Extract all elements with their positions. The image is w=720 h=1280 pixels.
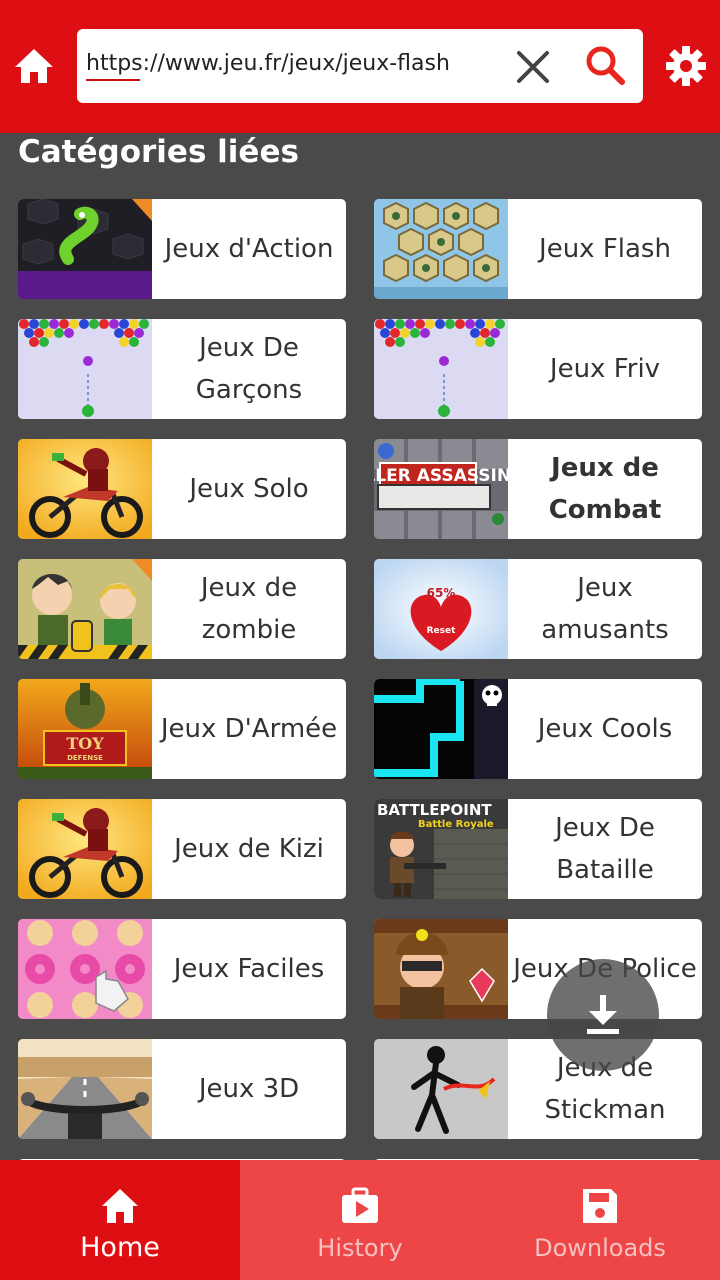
thumb-text-2: Reset (427, 626, 456, 636)
thumb-text-2: DEFENSE (67, 754, 103, 762)
nav-label: Home (80, 1232, 160, 1263)
hex-puzzle-thumbnail (374, 199, 508, 299)
category-card-combat[interactable]: KILLER ASSASSIN Jeux de Combat (374, 439, 702, 539)
nav-history[interactable]: History (240, 1160, 480, 1280)
nav-label: Downloads (534, 1234, 666, 1262)
nav-label: History (317, 1234, 403, 1262)
bottom-navigation: Home History Downloads (0, 1160, 720, 1280)
download-icon (587, 995, 619, 1034)
category-label: Jeux D'Armée (160, 714, 338, 744)
slither-io-thumbnail (18, 199, 152, 299)
neon-maze-thumbnail (374, 679, 508, 779)
toy-defense-thumbnail: TOY DEFENSE (18, 679, 152, 779)
motocross-thumbnail (18, 439, 152, 539)
thumb-text: BATTLEPOINT (377, 801, 492, 819)
robber-thumbnail (374, 919, 508, 1019)
category-card-solo[interactable]: Jeux Solo (18, 439, 346, 539)
bubble-shooter-thumbnail (374, 319, 508, 419)
home-icon (102, 1189, 138, 1223)
category-label: Jeux de Combat (548, 453, 662, 525)
stickman-thumbnail (374, 1039, 508, 1139)
category-label: Jeux De Bataille (555, 813, 655, 885)
category-label: Jeux de Kizi (174, 834, 324, 864)
category-label: Jeux de zombie (200, 573, 298, 645)
bubble-shooter-thumbnail (18, 319, 152, 419)
category-card-3d[interactable]: Jeux 3D (18, 1039, 346, 1139)
category-label: Jeux Friv (549, 354, 661, 384)
category-card-kizi[interactable]: Jeux de Kizi (18, 799, 346, 899)
category-card-friv[interactable]: Jeux Friv (374, 319, 702, 419)
save-icon (583, 1189, 617, 1223)
thumb-text: 65% (427, 586, 456, 600)
category-card-action[interactable]: Jeux d'Action (18, 199, 346, 299)
motocross-thumbnail (18, 799, 152, 899)
category-label: Jeux Cools (537, 714, 673, 744)
category-card-cools[interactable]: Jeux Cools (374, 679, 702, 779)
thumb-text-2: Battle Royale (418, 819, 494, 830)
briefcase-play-icon (342, 1187, 378, 1223)
zombie-game-thumbnail (18, 559, 152, 659)
thumb-text: KILLER ASSASSIN (374, 466, 508, 486)
category-label: Jeux Flash (539, 234, 671, 264)
category-card-bataille[interactable]: BATTLEPOINT Battle Royale Jeux De Batail… (374, 799, 702, 899)
category-label: Jeux Faciles (173, 954, 325, 984)
nav-downloads[interactable]: Downloads (480, 1160, 720, 1280)
category-card-garcons[interactable]: Jeux De Garçons (18, 319, 346, 419)
category-card-zombie[interactable]: Jeux de zombie (18, 559, 346, 659)
category-card-faciles[interactable]: Jeux Faciles (18, 919, 346, 1019)
nav-home[interactable]: Home (0, 1160, 240, 1280)
category-card-flash[interactable]: Jeux Flash (374, 199, 702, 299)
category-card-amusants[interactable]: 65% Reset Jeux amusants (374, 559, 702, 659)
category-label: Jeux Solo (189, 474, 309, 504)
killer-assassin-thumbnail: KILLER ASSASSIN (374, 439, 508, 539)
category-card-armee[interactable]: TOY DEFENSE Jeux D'Armée (18, 679, 346, 779)
category-label: Jeux amusants (541, 573, 669, 645)
donut-match-thumbnail (18, 919, 152, 1019)
moto-road-thumbnail (18, 1039, 152, 1139)
category-label: Jeux 3D (198, 1074, 300, 1104)
heart-reset-thumbnail: 65% Reset (374, 559, 508, 659)
category-label: Jeux d'Action (164, 234, 334, 264)
category-label: Jeux De Garçons (195, 333, 303, 405)
battlepoint-thumbnail: BATTLEPOINT Battle Royale (374, 799, 508, 899)
thumb-text: TOY (66, 734, 104, 753)
download-fab[interactable] (547, 959, 659, 1071)
